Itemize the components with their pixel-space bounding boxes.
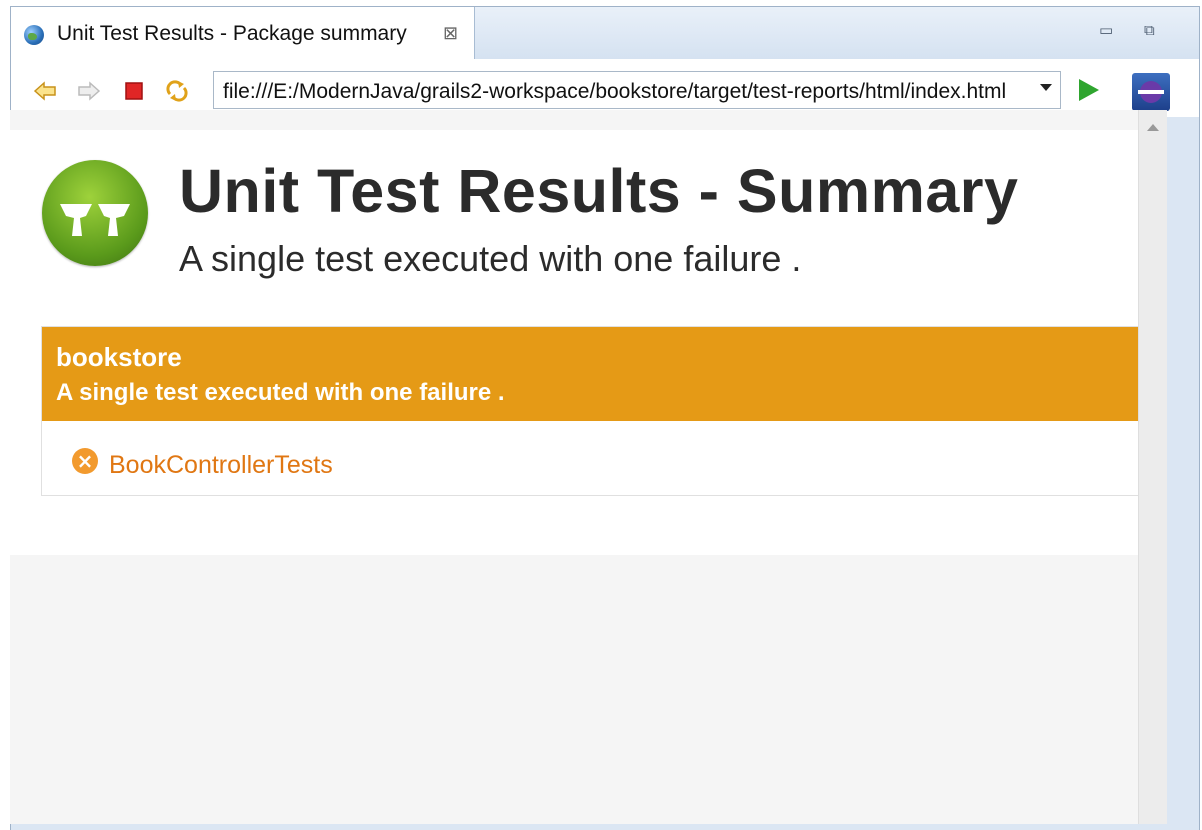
eclipse-browser-icon[interactable] xyxy=(1132,73,1170,111)
url-combobox[interactable]: file:///E:/ModernJava/grails2-workspace/… xyxy=(213,71,1061,109)
close-icon[interactable]: ⊠ xyxy=(443,23,458,44)
chevron-down-icon[interactable] xyxy=(1040,84,1052,91)
package-summary: A single test executed with one failure … xyxy=(56,379,505,406)
tab-bar: Unit Test Results - Package summary ⊠ ▭ … xyxy=(11,7,1199,59)
failure-icon: × xyxy=(72,448,98,474)
tab-title: Unit Test Results - Package summary xyxy=(57,22,407,45)
grails-logo-icon xyxy=(42,160,148,266)
url-input[interactable]: file:///E:/ModernJava/grails2-workspace/… xyxy=(223,80,1023,104)
back-arrow-icon[interactable] xyxy=(33,79,57,103)
go-icon[interactable] xyxy=(1079,79,1099,101)
package-header: bookstore A single test executed with on… xyxy=(42,327,1138,421)
stop-icon[interactable] xyxy=(122,79,146,103)
refresh-icon[interactable] xyxy=(165,79,189,103)
forward-arrow-icon[interactable] xyxy=(77,79,101,103)
browser-toolbar: file:///E:/ModernJava/grails2-workspace/… xyxy=(11,59,1199,117)
scroll-up-icon[interactable] xyxy=(1147,124,1159,131)
browser-content: Unit Test Results - Summary A single tes… xyxy=(10,110,1138,824)
minimize-icon[interactable]: ▭ xyxy=(1099,21,1113,39)
tab-package-summary[interactable]: Unit Test Results - Package summary ⊠ xyxy=(11,7,475,59)
report-page: Unit Test Results - Summary A single tes… xyxy=(10,130,1138,555)
package-name: bookstore xyxy=(56,342,182,372)
package-panel: bookstore A single test executed with on… xyxy=(41,326,1138,496)
page-subtitle: A single test executed with one failure … xyxy=(179,238,802,279)
vertical-scrollbar[interactable] xyxy=(1138,110,1167,824)
test-link-bookcontrollertests[interactable]: BookControllerTests xyxy=(109,451,333,480)
globe-icon xyxy=(24,25,44,45)
restore-icon[interactable]: ⧉ xyxy=(1144,21,1155,39)
page-title: Unit Test Results - Summary xyxy=(179,157,1019,225)
